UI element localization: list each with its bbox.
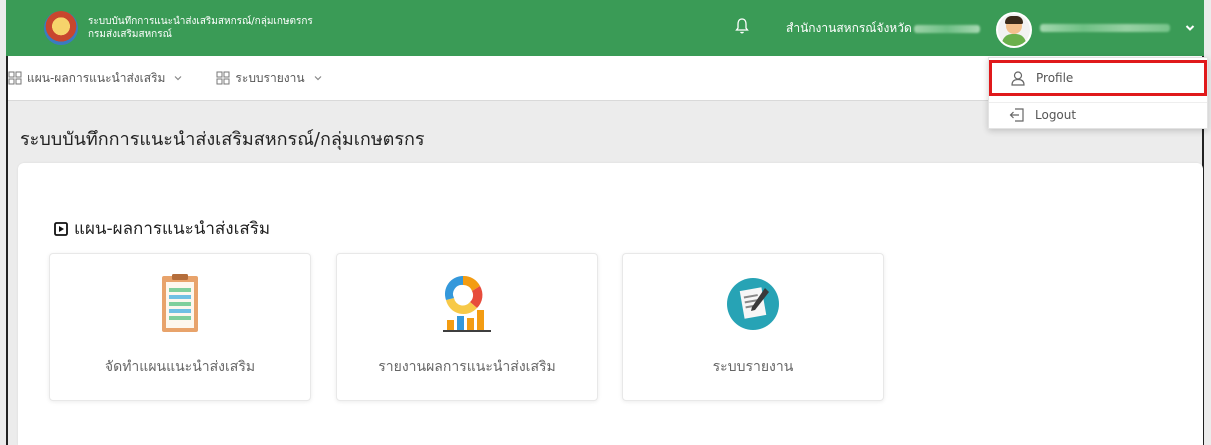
profile-menu-item[interactable]: Profile [989, 60, 1207, 96]
avatar[interactable] [996, 12, 1032, 48]
logout-icon [1009, 107, 1024, 122]
section-title-text: แผน-ผลการแนะนำส่งเสริม [74, 219, 271, 239]
avatar-body [1002, 34, 1026, 46]
section-title: แผน-ผลการแนะนำส่งเสริม [54, 215, 270, 242]
chevron-down-icon[interactable] [1184, 22, 1196, 34]
bell-icon[interactable] [734, 17, 750, 35]
profile-label: Profile [1036, 71, 1074, 85]
chart-icon [443, 275, 491, 332]
tile-report-label: ระบบรายงาน [712, 359, 794, 375]
tile-plan[interactable]: จัดทำแผนแนะนำส่งเสริม [49, 253, 311, 401]
grid-icon [216, 71, 230, 85]
user-dropdown: Profile Logout [988, 57, 1208, 129]
avatar-hair [1005, 16, 1023, 24]
tile-report[interactable]: ระบบรายงาน [622, 253, 884, 401]
top-bar: ระบบบันทึกการแนะนำส่งเสริมสหกรณ์/กลุ่มเก… [6, 0, 1204, 56]
play-box-icon [54, 221, 68, 236]
menu-report-label: ระบบรายงาน [235, 70, 305, 85]
brand: ระบบบันทึกการแนะนำส่งเสริมสหกรณ์/กลุ่มเก… [88, 15, 313, 41]
tile-results-label: รายงานผลการแนะนำส่งเสริม [378, 359, 556, 375]
chevron-down-icon [314, 76, 321, 81]
department-name: กรมส่งเสริมสหกรณ์ [88, 29, 172, 40]
logout-menu-item[interactable]: Logout [989, 102, 1207, 126]
system-title: ระบบบันทึกการแนะนำส่งเสริมสหกรณ์/กลุ่มเก… [88, 16, 313, 27]
org-label-text: สำนักงานสหกรณ์จังหวัด [786, 21, 912, 35]
org-name-redacted [913, 24, 980, 33]
logout-label: Logout [1035, 107, 1077, 122]
menu-plan[interactable]: แผน-ผลการแนะนำส่งเสริม [8, 69, 188, 88]
grid-icon [8, 71, 22, 85]
chevron-down-icon [174, 76, 182, 81]
tile-plan-label: จัดทำแผนแนะนำส่งเสริม [104, 359, 256, 375]
menu-report[interactable]: ระบบรายงาน [216, 69, 327, 88]
user-icon [1011, 71, 1025, 86]
department-logo [44, 11, 78, 45]
clipboard-icon [162, 274, 198, 332]
tile-results[interactable]: รายงานผลการแนะนำส่งเสริม [336, 253, 598, 401]
report-icon [727, 278, 779, 330]
menu-plan-label: แผน-ผลการแนะนำส่งเสริม [27, 70, 166, 85]
org-label: สำนักงานสหกรณ์จังหวัด [786, 19, 980, 38]
user-name-redacted[interactable] [1040, 24, 1170, 32]
main-card: แผน-ผลการแนะนำส่งเสริม จัดทำแผนแนะนำส่งเ… [18, 163, 1203, 445]
page-title: ระบบบันทึกการแนะนำส่งเสริมสหกรณ์/กลุ่มเก… [20, 129, 425, 150]
